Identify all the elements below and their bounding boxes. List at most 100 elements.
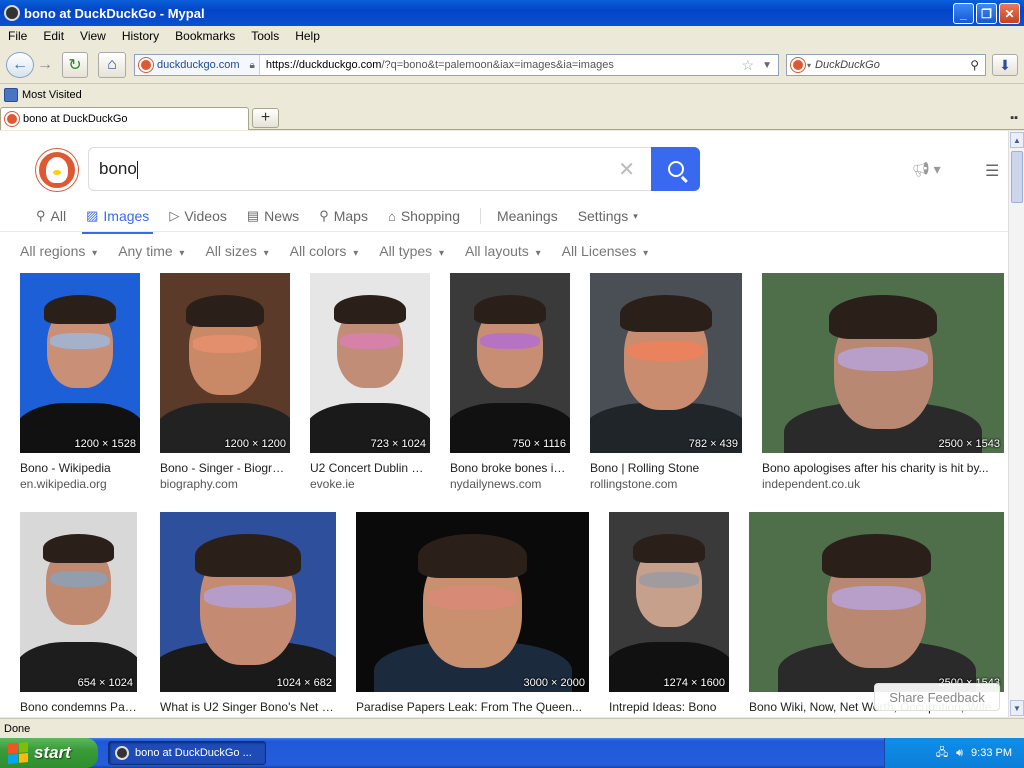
back-button[interactable]: ← [6, 52, 34, 78]
forward-button[interactable]: → [34, 52, 56, 78]
tab-grid-icon[interactable]: ▪▪ [1010, 112, 1018, 124]
result-source[interactable]: biography.com [160, 477, 290, 491]
search-engine-selector[interactable]: ▾ [787, 58, 815, 72]
scroll-down-arrow-icon[interactable]: ▼ [1010, 700, 1024, 716]
image-result[interactable]: 1274 × 1600 Intrepid Ideas: Bono [609, 512, 729, 714]
result-source[interactable]: evoke.ie [310, 477, 430, 491]
tab-shopping[interactable]: ⌂ Shopping [388, 201, 460, 231]
search-engine-bar[interactable]: ▾ DuckDuckGo ⚲ [786, 54, 986, 76]
filter-type[interactable]: All types [379, 243, 444, 259]
result-title[interactable]: Intrepid Ideas: Bono [609, 700, 729, 714]
scroll-up-arrow-icon[interactable]: ▲ [1010, 132, 1024, 148]
result-source[interactable]: rollingstone.com [590, 477, 742, 491]
image-result[interactable]: 654 × 1024 Bono condemns Paradise Papers [20, 512, 137, 714]
window-title-bar[interactable]: bono at DuckDuckGo - Mypal _ ❐ ✕ [0, 0, 1024, 26]
url-text[interactable]: https://duckduckgo.com/?q=bono&t=palemoo… [260, 59, 614, 71]
clock[interactable]: 9:33 PM [971, 747, 1012, 759]
result-title[interactable]: Paradise Papers Leak: From The Queen... [356, 700, 589, 714]
minimize-button[interactable]: _ [953, 3, 974, 24]
result-thumbnail[interactable]: 723 × 1024 [310, 273, 430, 453]
scrollbar-thumb[interactable] [1011, 151, 1023, 203]
downloads-button[interactable]: ⬇ [992, 54, 1018, 76]
tab-active[interactable]: bono at DuckDuckGo [0, 107, 249, 130]
arrow-right-icon: → [37, 56, 53, 73]
result-thumbnail[interactable]: 1200 × 1200 [160, 273, 290, 453]
image-result[interactable]: 750 × 1116 Bono broke bones in fall nydail… [450, 273, 570, 491]
result-title[interactable]: Bono - Wikipedia [20, 461, 140, 475]
tab-news[interactable]: ▤ News [247, 201, 299, 231]
megaphone-icon[interactable]: 📢︎ ▾ [912, 161, 941, 178]
tab-images[interactable]: ▨ Images [82, 201, 154, 234]
filter-color[interactable]: All colors [290, 243, 359, 259]
image-result[interactable]: 1200 × 1200 Bono - Singer - Biography biog… [160, 273, 290, 491]
filter-license[interactable]: All Licenses [562, 243, 649, 259]
result-title[interactable]: Bono broke bones in fall [450, 461, 570, 475]
menu-history[interactable]: History [114, 29, 167, 43]
hamburger-menu-icon[interactable]: ☰ [985, 161, 999, 181]
result-source[interactable]: en.wikipedia.org [20, 477, 140, 491]
filter-layout[interactable]: All layouts [465, 243, 541, 259]
image-result[interactable]: 723 × 1024 U2 Concert Dublin 2018 evoke.ie [310, 273, 430, 491]
search-icon[interactable]: ⚲ [970, 58, 979, 72]
reload-button[interactable]: ↻ [62, 52, 88, 78]
taskbar-item-browser[interactable]: bono at DuckDuckGo ... [108, 741, 266, 765]
bookmark-star-icon[interactable]: ☆ [741, 57, 754, 74]
menu-file[interactable]: File [0, 29, 35, 43]
image-result[interactable]: 3000 × 2000 Paradise Papers Leak: From Th… [356, 512, 589, 714]
result-title[interactable]: Bono apologises after his charity is hit… [762, 461, 1004, 475]
result-thumbnail[interactable]: 2500 × 1543 [762, 273, 1004, 453]
filter-time[interactable]: Any time [118, 243, 184, 259]
network-icon[interactable]: 🖧︎ [936, 744, 948, 763]
result-thumbnail[interactable]: 654 × 1024 [20, 512, 137, 692]
start-button[interactable]: start [0, 738, 98, 768]
filter-region[interactable]: All regions [20, 243, 97, 259]
share-feedback-button[interactable]: Share Feedback [874, 683, 1000, 711]
result-thumbnail[interactable]: 3000 × 2000 [356, 512, 589, 692]
volume-icon[interactable]: 🔊︎ [956, 747, 963, 760]
duckduckgo-logo[interactable] [36, 149, 78, 191]
image-result[interactable]: 1024 × 682 What is U2 Singer Bono's Net W… [160, 512, 336, 714]
result-thumbnail[interactable]: 1024 × 682 [160, 512, 336, 692]
menu-help[interactable]: Help [287, 29, 328, 43]
most-visited-bookmark[interactable]: Most Visited [22, 89, 82, 101]
tab-videos[interactable]: ▷ Videos [169, 201, 227, 231]
menu-view[interactable]: View [72, 29, 114, 43]
image-result[interactable]: 782 × 439 Bono | Rolling Stone rollingston… [590, 273, 742, 491]
result-thumbnail[interactable]: 782 × 439 [590, 273, 742, 453]
menu-edit[interactable]: Edit [35, 29, 72, 43]
result-title[interactable]: Bono - Singer - Biography [160, 461, 290, 475]
menu-tools[interactable]: Tools [243, 29, 287, 43]
tab-all[interactable]: ⚲ All [36, 201, 66, 231]
result-title[interactable]: Bono condemns Paradise Papers [20, 700, 137, 714]
address-bar[interactable]: duckduckgo.com 🔒︎ https://duckduckgo.com… [134, 54, 779, 76]
result-title[interactable]: Bono | Rolling Stone [590, 461, 742, 475]
search-box[interactable]: bono ✕ [88, 147, 700, 191]
search-input[interactable]: bono [89, 159, 138, 179]
new-tab-button[interactable]: + [252, 108, 279, 128]
result-title[interactable]: U2 Concert Dublin 2018 [310, 461, 430, 475]
result-title[interactable]: What is U2 Singer Bono's Net Worth [160, 700, 336, 714]
filter-size[interactable]: All sizes [205, 243, 268, 259]
clear-search-icon[interactable]: ✕ [618, 157, 635, 182]
menu-bookmarks[interactable]: Bookmarks [167, 29, 243, 43]
tab-meanings[interactable]: Meanings [497, 201, 558, 231]
settings-dropdown[interactable]: Settings ▾ [578, 201, 638, 231]
site-identity[interactable]: duckduckgo.com 🔒︎ [135, 55, 260, 75]
result-source[interactable]: independent.co.uk [762, 477, 1004, 491]
result-thumbnail[interactable]: 1274 × 1600 [609, 512, 729, 692]
portrait-sunglasses [192, 335, 258, 353]
result-source[interactable]: nydailynews.com [450, 477, 570, 491]
close-button[interactable]: ✕ [999, 3, 1020, 24]
tab-separator [479, 208, 481, 224]
tab-maps[interactable]: ⚲ Maps [319, 201, 368, 231]
home-button[interactable]: ⌂ [98, 52, 126, 78]
url-dropdown-icon[interactable]: ▼ [762, 60, 772, 71]
result-thumbnail[interactable]: 750 × 1116 [450, 273, 570, 453]
result-thumbnail[interactable]: 2500 × 1543 [749, 512, 1004, 692]
maximize-button[interactable]: ❐ [976, 3, 997, 24]
vertical-scrollbar[interactable]: ▲ ▼ [1008, 131, 1024, 717]
search-submit-button[interactable] [651, 147, 700, 191]
image-result[interactable]: 1200 × 1528 Bono - Wikipedia en.wikipedia.… [20, 273, 140, 491]
image-result[interactable]: 2500 × 1543 Bono apologises after his cha… [762, 273, 1004, 491]
result-thumbnail[interactable]: 1200 × 1528 [20, 273, 140, 453]
